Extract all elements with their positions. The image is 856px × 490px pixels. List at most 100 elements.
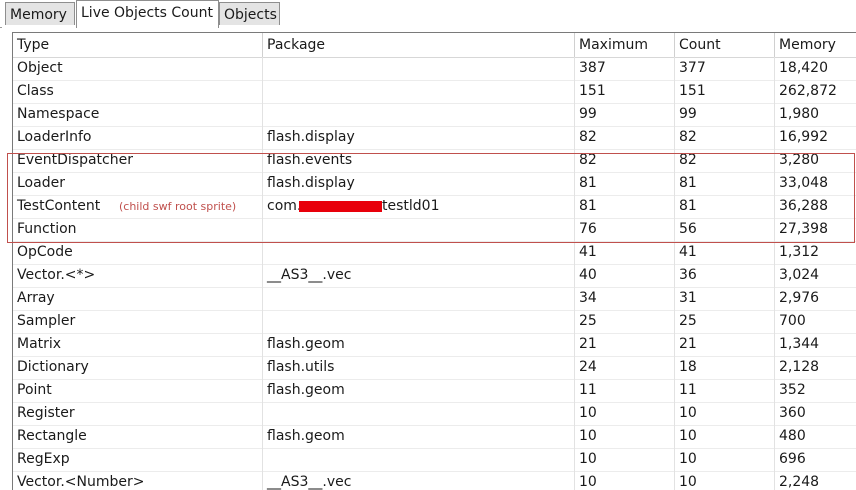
table-row[interactable]: Point flash.geom 11 11 352: [13, 379, 856, 403]
column-header-count[interactable]: Count: [675, 33, 775, 57]
cell-memory: 1,344: [779, 336, 820, 352]
cell-type: Sampler: [13, 310, 263, 333]
cell-count: 25: [675, 310, 775, 333]
column-header-memory[interactable]: Memory: [775, 33, 856, 57]
table-row[interactable]: Class 151 151 262,872: [13, 80, 856, 104]
cell-type: Vector.<Number>: [13, 471, 263, 490]
table-row[interactable]: Dictionary flash.utils 24 18 2,128: [13, 356, 856, 380]
tab-live-objects-count[interactable]: Live Objects Count: [76, 0, 219, 28]
cell-package: flash.geom: [263, 425, 575, 448]
cell-count: 10: [675, 471, 775, 490]
cell-type: EventDispatcher: [13, 149, 263, 172]
cell-maximum: 99: [575, 103, 675, 126]
table-row[interactable]: Object 387 377 18,420: [13, 57, 856, 81]
table-row[interactable]: Vector.<Number> __AS3__.vec 10 10 2,248: [13, 471, 856, 490]
cell-maximum: 11: [575, 379, 675, 402]
cell-package: flash.events: [263, 149, 575, 172]
tab-objects[interactable]: Objects: [219, 2, 280, 25]
table-row[interactable]: Matrix flash.geom 21 21 1,344: [13, 333, 856, 357]
cell-maximum: 10: [575, 425, 675, 448]
cell-maximum: 10: [575, 448, 675, 471]
cell-memory: 360: [779, 405, 806, 421]
cell-package: __AS3__.vec: [263, 264, 575, 287]
column-header-package[interactable]: Package: [263, 33, 575, 57]
table-row[interactable]: Function 76 56 27,398: [13, 218, 856, 242]
cell-package: [263, 57, 575, 80]
cell-memory: 700: [779, 313, 806, 329]
cell-type: OpCode: [13, 241, 263, 264]
table-row[interactable]: Loader flash.display 81 81 33,048: [13, 172, 856, 196]
redaction-bar: [299, 201, 382, 212]
cell-memory: 2,248: [779, 474, 820, 490]
cell-maximum: 81: [575, 172, 675, 195]
cell-maximum: 151: [575, 80, 675, 103]
table-row[interactable]: Rectangle flash.geom 10 10 480: [13, 425, 856, 449]
cell-maximum: 76: [575, 218, 675, 241]
table-row[interactable]: OpCode 41 41 1,312: [13, 241, 856, 265]
cell-type: Object: [13, 57, 263, 80]
cell-memory: 262,872: [779, 83, 837, 99]
cell-count: 99: [675, 103, 775, 126]
cell-package: [263, 310, 575, 333]
cell-maximum: 25: [575, 310, 675, 333]
cell-count: 81: [675, 195, 775, 218]
live-objects-table: Type Package Maximum Count Memory Object…: [12, 32, 856, 490]
cell-type: LoaderInfo: [13, 126, 263, 149]
cell-memory: 3,280: [779, 152, 820, 168]
cell-package: com. testld01: [263, 195, 575, 218]
table-row[interactable]: Namespace 99 99 1,980: [13, 103, 856, 127]
table-row[interactable]: Register 10 10 360: [13, 402, 856, 426]
table-row[interactable]: EventDispatcher flash.events 82 82 3,280: [13, 149, 856, 173]
cell-count: 377: [675, 57, 775, 80]
cell-maximum: 24: [575, 356, 675, 379]
tab-memory[interactable]: Memory: [5, 2, 75, 25]
column-header-maximum[interactable]: Maximum: [575, 33, 675, 57]
cell-memory: 18,420: [779, 60, 828, 76]
cell-memory: 27,398: [779, 221, 828, 237]
cell-type: Namespace: [13, 103, 263, 126]
package-suffix: testld01: [382, 198, 440, 214]
table-header: Type Package Maximum Count Memory: [13, 33, 856, 58]
column-header-type[interactable]: Type: [13, 33, 263, 57]
cell-memory: 33,048: [779, 175, 828, 191]
cell-maximum: 21: [575, 333, 675, 356]
annotation-note: (child swf root sprite): [119, 200, 237, 213]
cell-memory: 1,980: [779, 106, 820, 122]
table-row[interactable]: RegExp 10 10 696: [13, 448, 856, 472]
live-objects-panel: Type Package Maximum Count Memory Object…: [2, 27, 856, 490]
cell-package: flash.display: [263, 126, 575, 149]
table-row[interactable]: TestContent com. testld01 81 81 36,288 (child …: [13, 195, 856, 219]
cell-count: 31: [675, 287, 775, 310]
cell-package: flash.utils: [263, 356, 575, 379]
cell-package: flash.display: [263, 172, 575, 195]
cell-maximum: 387: [575, 57, 675, 80]
cell-count: 10: [675, 402, 775, 425]
cell-maximum: 81: [575, 195, 675, 218]
cell-memory: 696: [779, 451, 806, 467]
package-prefix: com.: [267, 198, 302, 214]
cell-count: 56: [675, 218, 775, 241]
cell-count: 18: [675, 356, 775, 379]
cell-package: flash.geom: [263, 379, 575, 402]
table-row[interactable]: Array 34 31 2,976: [13, 287, 856, 311]
cell-maximum: 10: [575, 471, 675, 490]
cell-maximum: 40: [575, 264, 675, 287]
cell-type: Loader: [13, 172, 263, 195]
cell-package: [263, 103, 575, 126]
cell-package: [263, 402, 575, 425]
cell-type: Point: [13, 379, 263, 402]
cell-memory: 480: [779, 428, 806, 444]
cell-memory: 1,312: [779, 244, 820, 260]
cell-package: [263, 287, 575, 310]
cell-type: Rectangle: [13, 425, 263, 448]
cell-memory: 2,976: [779, 290, 820, 306]
cell-maximum: 41: [575, 241, 675, 264]
cell-count: 81: [675, 172, 775, 195]
cell-maximum: 34: [575, 287, 675, 310]
cell-count: 82: [675, 126, 775, 149]
table-row[interactable]: LoaderInfo flash.display 82 82 16,992: [13, 126, 856, 150]
table-row[interactable]: Sampler 25 25 700: [13, 310, 856, 334]
table-row[interactable]: Vector.<*> __AS3__.vec 40 36 3,024: [13, 264, 856, 288]
tab-bar: Memory Live Objects Count Objects: [0, 0, 856, 28]
cell-type: Register: [13, 402, 263, 425]
